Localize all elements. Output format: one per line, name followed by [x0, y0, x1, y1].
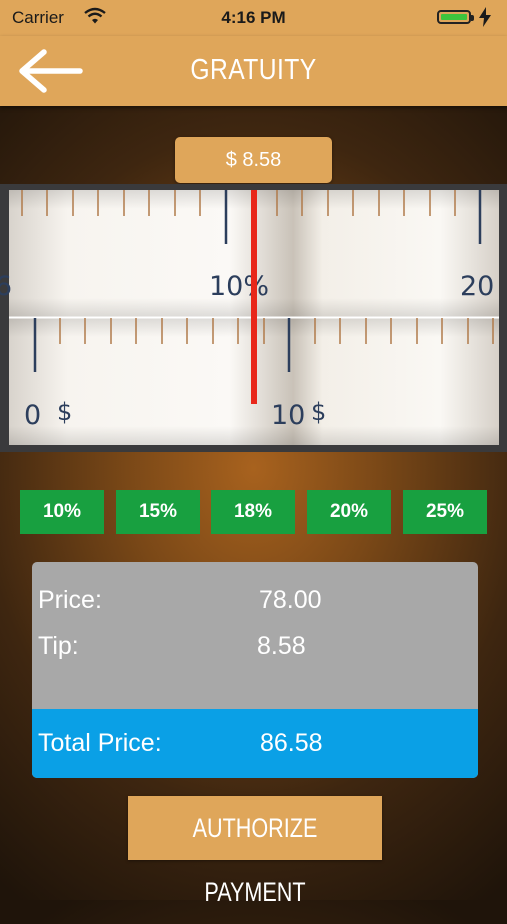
price-value: 78.00	[259, 586, 322, 614]
clock: 4:16 PM	[221, 8, 286, 27]
dollar-sign-zero: $	[57, 398, 72, 426]
price-label: Price:	[38, 586, 102, 614]
status-bar: Carrier 4:16 PM	[0, 0, 507, 36]
tip-10-button[interactable]: 10%	[20, 490, 104, 534]
tip-amount-badge: $ 8.58	[175, 137, 332, 183]
tip-18-button[interactable]: 18%	[211, 490, 295, 534]
tip-25-button[interactable]: 25%	[403, 490, 487, 534]
ruler-indicator[interactable]	[251, 190, 257, 404]
percent-label-right: 20	[460, 271, 494, 302]
tip-15-button[interactable]: 15%	[116, 490, 200, 534]
total-price-band: Total Price: 86.58	[32, 709, 478, 778]
battery-icon	[437, 10, 474, 24]
tip-ruler-slider[interactable]: 6 10% 20 0 $ 10 $	[0, 184, 507, 452]
total-price-label: Total Price:	[38, 729, 162, 757]
authorize-payment-label: AUTHORIZE PAYMENT	[192, 813, 318, 907]
charging-icon	[479, 7, 491, 27]
total-price-value: 86.58	[260, 729, 323, 757]
price-summary-card: Price: 78.00 Tip: 8.58 Total Price: 86.5…	[32, 562, 478, 778]
dollar-label-ten: 10	[271, 400, 305, 431]
dollar-label-zero: 0	[24, 400, 41, 431]
tip-value: 8.58	[257, 632, 306, 660]
nav-bar: GRATUITY	[0, 36, 507, 106]
percent-label-left: 6	[0, 271, 12, 302]
page-title: GRATUITY	[190, 54, 317, 86]
dollar-sign-ten: $	[311, 398, 326, 426]
tip-label: Tip:	[38, 632, 79, 660]
tip-preset-buttons: 10% 15% 18% 20% 25%	[0, 490, 507, 534]
tip-20-button[interactable]: 20%	[307, 490, 391, 534]
percent-label-center: 10%	[209, 271, 269, 302]
authorize-payment-button[interactable]: AUTHORIZE PAYMENT	[128, 796, 382, 907]
